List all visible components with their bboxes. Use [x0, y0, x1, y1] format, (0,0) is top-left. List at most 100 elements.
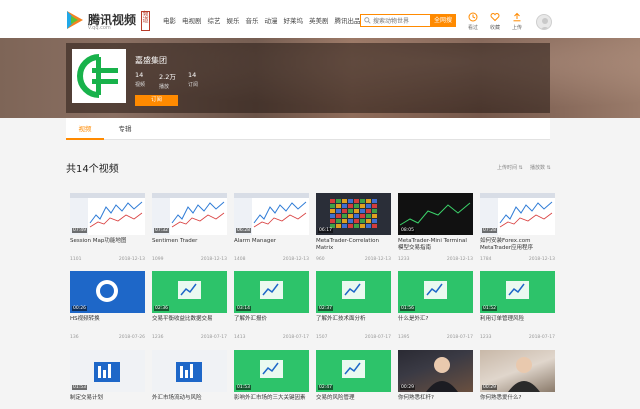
video-thumbnail[interactable]: 02:37 [316, 271, 391, 313]
video-title[interactable]: 利用订单管理风险 [480, 316, 555, 323]
video-title[interactable]: 你何熟悉杠杆? [398, 395, 473, 402]
video-view-count: 1408 [234, 257, 246, 262]
logo-domain: v.qq.com [88, 25, 111, 31]
video-title[interactable]: 制定交易计划 [70, 395, 145, 402]
video-card[interactable]: 01:56 什么是外汇? 1395 2018-07-17 [398, 271, 473, 343]
video-title[interactable]: MetaTrader-Correlation Matrix [316, 238, 391, 252]
video-duration: 07:49 [72, 228, 87, 233]
video-view-count: 1099 [152, 257, 164, 262]
video-card[interactable]: 00:29 你何熟悉爱什么? [480, 350, 555, 408]
video-duration: 06:28 [236, 228, 251, 233]
history-button[interactable]: 看过 [463, 12, 483, 34]
video-duration: 06:17 [318, 228, 333, 233]
video-thumbnail[interactable]: 01:56 [398, 271, 473, 313]
video-card[interactable]: 07:28 如何安装Forex.com MetaTrader应用程序 1784 201… [480, 193, 555, 265]
video-card[interactable]: 08:05 MetaTrader-Mini Terminal 模型交易指南 1233… [398, 193, 473, 265]
video-title[interactable]: 如何安装Forex.com MetaTrader应用程序 [480, 238, 555, 252]
video-title[interactable]: Alarm Manager [234, 238, 309, 245]
search-button[interactable]: 全网搜 [430, 14, 456, 27]
stat-subscribers-value: 14 [188, 71, 197, 79]
video-title[interactable]: HS视频转换 [70, 316, 145, 323]
video-thumbnail[interactable]: 07:32 [152, 193, 227, 235]
video-thumbnail[interactable]: 07:28 [480, 193, 555, 235]
video-title[interactable]: 交易的风险管理 [316, 395, 391, 402]
video-thumbnail[interactable]: 01:52 [480, 271, 555, 313]
video-card[interactable]: 02:47 交易的风险管理 [316, 350, 391, 408]
nav-item-entertainment[interactable]: 娱乐 [227, 15, 240, 25]
tab-albums[interactable]: 专辑 [106, 118, 144, 140]
video-thumbnail[interactable]: 02:36 [152, 271, 227, 313]
nav-item-anime[interactable]: 动漫 [265, 15, 278, 25]
video-card[interactable]: 06:28 Alarm Manager 1408 2018-12-13 [234, 193, 309, 265]
sort-by-plays[interactable]: 播放数 ⇅ [530, 164, 551, 171]
search-input[interactable] [373, 16, 429, 26]
thumbnail-art [176, 362, 202, 382]
video-title[interactable]: 你何熟悉爱什么? [480, 395, 555, 402]
video-title[interactable]: 了解外汇报价 [234, 316, 309, 323]
video-upload-date: 2018-12-13 [446, 257, 473, 262]
video-thumbnail[interactable]: 01:53 [70, 350, 145, 392]
video-card[interactable]: 01:53 影响外汇市场的三大关键因素 [234, 350, 309, 408]
stat-videos-caption: 视频 [135, 82, 146, 88]
channel-tabs: 视频 专辑 [66, 118, 550, 140]
video-thumbnail[interactable]: 01:53 [234, 350, 309, 392]
play-logo-icon [67, 11, 83, 29]
video-thumbnail[interactable]: 02:47 [316, 350, 391, 392]
video-title[interactable]: 交易平衡收益比数据交易 [152, 316, 227, 323]
stat-plays-value: 2.2万 [159, 73, 176, 81]
video-card[interactable]: 01:53 制定交易计划 [70, 350, 145, 408]
video-thumbnail[interactable]: 06:17 [316, 193, 391, 235]
nav-item-tv[interactable]: 电视剧 [182, 15, 202, 25]
nav-item-tencent-original[interactable]: 腾讯出品 [335, 15, 361, 25]
video-thumbnail[interactable]: 06:28 [234, 193, 309, 235]
nav-item-movies[interactable]: 电影 [163, 15, 176, 25]
video-card[interactable]: 06:17 MetaTrader-Correlation Matrix 960 201… [316, 193, 391, 265]
tencent-video-logo[interactable]: 腾讯视频 v.qq.com [66, 10, 136, 32]
video-thumbnail[interactable]: 07:49 [70, 193, 145, 235]
video-thumbnail[interactable]: 03:14 [234, 271, 309, 313]
subscribe-button[interactable]: 订阅 [135, 95, 178, 106]
video-card[interactable]: 01:52 利用订单管理风险 1233 2018-07-17 [480, 271, 555, 343]
video-thumbnail[interactable]: 00:29 [480, 350, 555, 392]
video-title[interactable]: MetaTrader-Mini Terminal 模型交易指南 [398, 238, 473, 252]
video-title[interactable]: Session Map功能地图 [70, 238, 145, 245]
video-card[interactable]: 07:49 Session Map功能地图 1101 2018-12-13 [70, 193, 145, 265]
video-thumbnail[interactable] [152, 350, 227, 392]
video-thumbnail[interactable]: 00:29 [398, 350, 473, 392]
video-card[interactable]: 02:37 了解外汇技术面分析 1507 2018-07-17 [316, 271, 391, 343]
favorite-button[interactable]: 收藏 [485, 12, 505, 34]
search-icon [364, 17, 371, 24]
video-thumbnail[interactable]: 08:05 [398, 193, 473, 235]
sort-by-upload-time[interactable]: 上传时间 ⇅ [497, 164, 523, 171]
video-upload-date: 2018-07-26 [118, 335, 145, 340]
upload-button[interactable]: 上传 [507, 12, 527, 34]
nav-item-music[interactable]: 音乐 [246, 15, 259, 25]
video-title[interactable]: 外汇市场流动与风险 [152, 395, 227, 402]
nav-item-hollywood[interactable]: 好莱坞 [284, 15, 304, 25]
video-upload-date: 2018-07-17 [528, 335, 555, 340]
user-avatar[interactable] [536, 14, 552, 30]
video-view-count: 1413 [234, 335, 246, 340]
history-label: 看过 [467, 25, 478, 31]
video-upload-date: 2018-12-13 [118, 257, 145, 262]
nav-item-us-uk-drama[interactable]: 英美剧 [309, 15, 329, 25]
nav-item-variety[interactable]: 综艺 [208, 15, 221, 25]
video-view-count: 1507 [316, 335, 328, 340]
video-card[interactable]: 02:36 交易平衡收益比数据交易 1236 2018-07-17 [152, 271, 227, 343]
video-duration: 00:29 [482, 385, 497, 390]
video-title[interactable]: 什么是外汇? [398, 316, 473, 323]
tab-videos[interactable]: 视频 [66, 118, 104, 140]
video-title[interactable]: 影响外汇市场的三大关键因素 [234, 395, 309, 402]
history-icon [468, 12, 478, 22]
channel-avatar[interactable] [72, 49, 126, 103]
video-title[interactable]: 了解外汇技术面分析 [316, 316, 391, 323]
video-duration: 02:37 [318, 306, 333, 311]
video-card[interactable]: 07:32 Sentimen Trader 1099 2018-12-13 [152, 193, 227, 265]
video-card[interactable]: 00:29 你何熟悉杠杆? [398, 350, 473, 408]
video-card[interactable]: 03:14 了解外汇报价 1413 2018-07-17 [234, 271, 309, 343]
video-card[interactable]: 外汇市场流动与风险 [152, 350, 227, 408]
video-title[interactable]: Sentimen Trader [152, 238, 227, 245]
video-thumbnail[interactable]: 00:26 [70, 271, 145, 313]
video-card[interactable]: 00:26 HS视频转换 136 2018-07-26 [70, 271, 145, 343]
video-upload-date: 2018-12-13 [364, 257, 391, 262]
